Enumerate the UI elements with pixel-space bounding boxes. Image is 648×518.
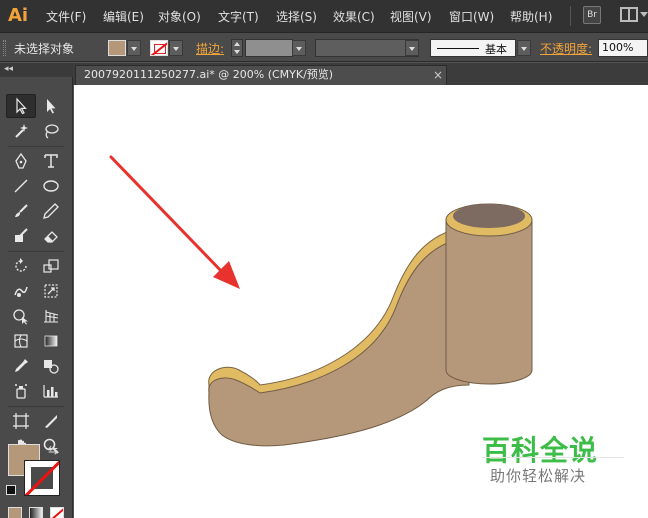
menu-bar: Ai 文件(F) 编辑(E) 对象(O) 文字(T) 选择(S) 效果(C) 视… <box>0 0 648 33</box>
tool-separator <box>8 251 64 252</box>
swap-fill-stroke-icon[interactable]: ⇆ <box>48 443 58 457</box>
type-tool-icon[interactable] <box>36 149 66 173</box>
app-logo: Ai <box>8 5 29 26</box>
rotate-tool-icon[interactable] <box>6 254 36 278</box>
lasso-tool-icon[interactable] <box>36 119 66 143</box>
menu-file[interactable]: 文件(F) <box>46 8 86 25</box>
tool-separator <box>8 146 64 147</box>
tool-separator <box>8 406 64 407</box>
brush-dropdown[interactable] <box>517 40 531 56</box>
gradient-tool-icon[interactable] <box>36 329 66 353</box>
profile-dropdown[interactable] <box>405 40 419 56</box>
stroke-color-box[interactable] <box>24 460 60 496</box>
eraser-tool-icon[interactable] <box>36 224 66 248</box>
stroke-color-swatch[interactable] <box>150 40 168 56</box>
selection-status: 未选择对象 <box>14 42 75 56</box>
stroke-weight-field[interactable] <box>245 39 293 57</box>
gradient-mode-icon[interactable] <box>29 507 43 518</box>
document-tab-bar: 2007920111250277.ai* @ 200% (CMYK/预览) × <box>73 63 648 85</box>
warp-tool-icon[interactable] <box>6 279 36 303</box>
line-segment-tool-icon[interactable] <box>6 174 36 198</box>
chevron-down-icon[interactable] <box>640 12 648 17</box>
menu-object[interactable]: 对象(O) <box>158 8 201 25</box>
blob-brush-tool-icon[interactable] <box>6 224 36 248</box>
column-graph-tool-icon[interactable] <box>36 379 66 403</box>
menu-window[interactable]: 窗口(W) <box>449 8 494 25</box>
brush-definition-field[interactable]: 基本 <box>430 39 516 57</box>
stroke-dropdown-button[interactable] <box>169 40 183 56</box>
artboard-canvas[interactable]: 百科全说 助你轻松解决 <box>74 85 648 518</box>
fill-dropdown-button[interactable] <box>127 40 141 56</box>
menu-help[interactable]: 帮助(H) <box>510 8 552 25</box>
menu-effect[interactable]: 效果(C) <box>333 8 375 25</box>
stroke-weight-dropdown[interactable] <box>292 40 306 56</box>
free-transform-tool-icon[interactable] <box>36 279 66 303</box>
pen-tool-icon[interactable] <box>6 149 36 173</box>
variable-width-profile[interactable] <box>315 39 419 57</box>
bracket-shape <box>208 203 533 447</box>
control-bar: 未选择对象 描边: 基本 不透明度: 100% <box>0 33 648 62</box>
blend-tool-icon[interactable] <box>36 354 66 378</box>
close-icon[interactable]: × <box>433 66 443 84</box>
pencil-tool-icon[interactable] <box>36 199 66 223</box>
direct-selection-tool-icon[interactable] <box>36 94 66 118</box>
magic-wand-tool-icon[interactable] <box>6 119 36 143</box>
watermark-subtitle: 助你轻松解决 <box>490 467 587 485</box>
opacity-field[interactable]: 100% <box>598 39 648 57</box>
stroke-weight-spinner[interactable] <box>231 39 243 57</box>
workspace-layout-icon[interactable] <box>620 7 638 22</box>
opacity-label[interactable]: 不透明度: <box>540 40 592 57</box>
artboard-tool-icon[interactable] <box>6 409 36 433</box>
selection-tool-icon[interactable] <box>6 94 36 118</box>
watermark-title: 百科全说 <box>482 434 599 467</box>
tools-panel: ◂◂ ⇆ <box>0 63 73 518</box>
scale-tool-icon[interactable] <box>36 254 66 278</box>
default-fill-stroke-icon[interactable] <box>6 485 16 495</box>
eyedropper-tool-icon[interactable] <box>6 354 36 378</box>
slice-tool-icon[interactable] <box>36 409 66 433</box>
watermark-divider <box>482 457 624 458</box>
stroke-preview-line <box>437 48 479 49</box>
stroke-weight-label[interactable]: 描边: <box>196 40 224 57</box>
ellipse-tool-icon[interactable] <box>36 174 66 198</box>
mesh-tool-icon[interactable] <box>6 329 36 353</box>
menu-separator <box>570 6 571 26</box>
grip-handle-icon[interactable] <box>3 40 6 56</box>
menu-select[interactable]: 选择(S) <box>276 8 317 25</box>
bridge-button[interactable]: Br <box>583 6 601 24</box>
fill-color-swatch[interactable] <box>108 40 126 56</box>
document-tab[interactable]: 2007920111250277.ai* @ 200% (CMYK/预览) × <box>75 65 447 85</box>
shape-builder-tool-icon[interactable] <box>6 304 36 328</box>
collapse-icon[interactable]: ◂◂ <box>4 64 13 74</box>
annotation-arrow <box>109 155 240 289</box>
menu-edit[interactable]: 编辑(E) <box>103 8 144 25</box>
perspective-grid-tool-icon[interactable] <box>36 304 66 328</box>
menu-view[interactable]: 视图(V) <box>390 8 432 25</box>
symbol-sprayer-tool-icon[interactable] <box>6 379 36 403</box>
none-mode-icon[interactable] <box>50 507 64 518</box>
tools-panel-header: ◂◂ <box>0 63 73 77</box>
color-mode-icon[interactable] <box>8 507 22 518</box>
document-tab-title: 2007920111250277.ai* @ 200% (CMYK/预览) <box>84 68 334 81</box>
paintbrush-tool-icon[interactable] <box>6 199 36 223</box>
menu-type[interactable]: 文字(T) <box>218 8 259 25</box>
brush-definition-label: 基本 <box>485 43 507 56</box>
